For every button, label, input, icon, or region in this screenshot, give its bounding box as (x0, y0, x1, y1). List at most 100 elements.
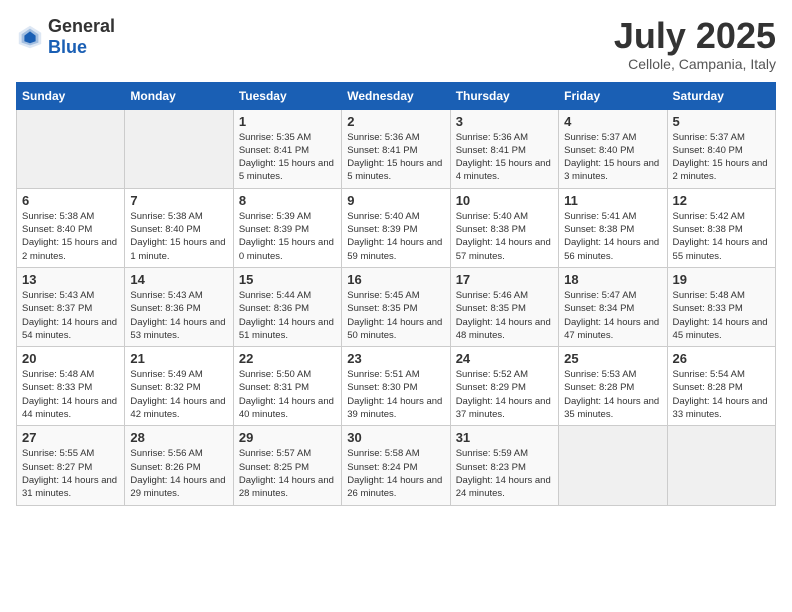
page-header: General Blue July 2025 Cellole, Campania… (16, 16, 776, 72)
title-block: July 2025 Cellole, Campania, Italy (614, 16, 776, 72)
calendar-cell: 24Sunrise: 5:52 AMSunset: 8:29 PMDayligh… (450, 347, 558, 426)
calendar-cell: 18Sunrise: 5:47 AMSunset: 8:34 PMDayligh… (559, 267, 667, 346)
day-number: 8 (239, 193, 336, 208)
day-of-week-header: Sunday (17, 82, 125, 109)
calendar-cell: 1 Sunrise: 5:35 AMSunset: 8:41 PMDaylight… (233, 109, 341, 188)
day-detail: Sunrise: 5:44 AMSunset: 8:36 PMDaylight:… (239, 289, 336, 342)
day-detail: Sunrise: 5:41 AMSunset: 8:38 PMDaylight:… (564, 210, 661, 263)
day-detail: Sunrise: 5:36 AMSunset: 8:41 PMDaylight:… (456, 131, 553, 184)
calendar-cell: 11 Sunrise: 5:41 AMSunset: 8:38 PMDayligh… (559, 188, 667, 267)
day-of-week-header: Thursday (450, 82, 558, 109)
calendar-cell: 28 Sunrise: 5:56 AMSunset: 8:26 PMDayligh… (125, 426, 233, 505)
day-number: 11 (564, 193, 661, 208)
day-number: 5 (673, 114, 770, 129)
calendar-cell: 9 Sunrise: 5:40 AMSunset: 8:39 PMDaylight… (342, 188, 450, 267)
calendar-cell: 16 Sunrise: 5:45 AMSunset: 8:35 PMDayligh… (342, 267, 450, 346)
day-number: 30 (347, 430, 444, 445)
logo-text: General Blue (48, 16, 115, 58)
day-number: 9 (347, 193, 444, 208)
day-number: 28 (130, 430, 227, 445)
day-detail: Sunrise: 5:48 AMSunset: 8:33 PMDaylight:… (22, 368, 119, 421)
day-detail: Sunrise: 5:50 AMSunset: 8:31 PMDaylight:… (239, 368, 336, 421)
day-detail: Sunrise: 5:58 AMSunset: 8:24 PMDaylight:… (347, 447, 444, 500)
day-detail: Sunrise: 5:35 AMSunset: 8:41 PMDaylight:… (239, 131, 336, 184)
logo: General Blue (16, 16, 115, 58)
day-detail: Sunrise: 5:40 AMSunset: 8:39 PMDaylight:… (347, 210, 444, 263)
day-number: 4 (564, 114, 661, 129)
day-number: 13 (22, 272, 119, 287)
calendar-cell: 2 Sunrise: 5:36 AMSunset: 8:41 PMDaylight… (342, 109, 450, 188)
calendar-cell: 31Sunrise: 5:59 AMSunset: 8:23 PMDayligh… (450, 426, 558, 505)
calendar-cell: 30 Sunrise: 5:58 AMSunset: 8:24 PMDayligh… (342, 426, 450, 505)
calendar-cell: 6 Sunrise: 5:38 AMSunset: 8:40 PMDaylight… (17, 188, 125, 267)
day-number: 26 (673, 351, 770, 366)
day-detail: Sunrise: 5:55 AMSunset: 8:27 PMDaylight:… (22, 447, 119, 500)
calendar-cell: 7 Sunrise: 5:38 AMSunset: 8:40 PMDaylight… (125, 188, 233, 267)
calendar-cell: 19Sunrise: 5:48 AMSunset: 8:33 PMDayligh… (667, 267, 775, 346)
day-number: 12 (673, 193, 770, 208)
calendar-week-row: 20Sunrise: 5:48 AMSunset: 8:33 PMDayligh… (17, 347, 776, 426)
calendar-cell: 20Sunrise: 5:48 AMSunset: 8:33 PMDayligh… (17, 347, 125, 426)
day-detail: Sunrise: 5:47 AMSunset: 8:34 PMDaylight:… (564, 289, 661, 342)
calendar-cell: 10Sunrise: 5:40 AMSunset: 8:38 PMDayligh… (450, 188, 558, 267)
calendar-cell: 15 Sunrise: 5:44 AMSunset: 8:36 PMDayligh… (233, 267, 341, 346)
calendar-cell: 8 Sunrise: 5:39 AMSunset: 8:39 PMDaylight… (233, 188, 341, 267)
day-number: 23 (347, 351, 444, 366)
day-detail: Sunrise: 5:39 AMSunset: 8:39 PMDaylight:… (239, 210, 336, 263)
calendar-cell: 14 Sunrise: 5:43 AMSunset: 8:36 PMDayligh… (125, 267, 233, 346)
calendar-cell: 17 Sunrise: 5:46 AMSunset: 8:35 PMDayligh… (450, 267, 558, 346)
day-detail: Sunrise: 5:52 AMSunset: 8:29 PMDaylight:… (456, 368, 553, 421)
calendar-cell (667, 426, 775, 505)
day-detail: Sunrise: 5:37 AMSunset: 8:40 PMDaylight:… (673, 131, 770, 184)
day-detail: Sunrise: 5:56 AMSunset: 8:26 PMDaylight:… (130, 447, 227, 500)
day-detail: Sunrise: 5:54 AMSunset: 8:28 PMDaylight:… (673, 368, 770, 421)
day-number: 14 (130, 272, 227, 287)
day-number: 17 (456, 272, 553, 287)
day-detail: Sunrise: 5:45 AMSunset: 8:35 PMDaylight:… (347, 289, 444, 342)
calendar-cell: 23 Sunrise: 5:51 AMSunset: 8:30 PMDayligh… (342, 347, 450, 426)
day-number: 27 (22, 430, 119, 445)
calendar-table: SundayMondayTuesdayWednesdayThursdayFrid… (16, 82, 776, 506)
calendar-cell: 27 Sunrise: 5:55 AMSunset: 8:27 PMDayligh… (17, 426, 125, 505)
day-detail: Sunrise: 5:43 AMSunset: 8:37 PMDaylight:… (22, 289, 119, 342)
calendar-week-row: 6 Sunrise: 5:38 AMSunset: 8:40 PMDaylight… (17, 188, 776, 267)
day-number: 22 (239, 351, 336, 366)
day-number: 1 (239, 114, 336, 129)
calendar-cell (17, 109, 125, 188)
logo-icon (16, 23, 44, 51)
calendar-cell: 25Sunrise: 5:53 AMSunset: 8:28 PMDayligh… (559, 347, 667, 426)
day-of-week-header: Friday (559, 82, 667, 109)
day-of-week-header: Monday (125, 82, 233, 109)
location: Cellole, Campania, Italy (614, 56, 776, 72)
day-number: 2 (347, 114, 444, 129)
day-number: 6 (22, 193, 119, 208)
calendar-cell: 3 Sunrise: 5:36 AMSunset: 8:41 PMDaylight… (450, 109, 558, 188)
day-detail: Sunrise: 5:43 AMSunset: 8:36 PMDaylight:… (130, 289, 227, 342)
day-number: 21 (130, 351, 227, 366)
day-number: 31 (456, 430, 553, 445)
calendar-week-row: 27 Sunrise: 5:55 AMSunset: 8:27 PMDayligh… (17, 426, 776, 505)
day-detail: Sunrise: 5:46 AMSunset: 8:35 PMDaylight:… (456, 289, 553, 342)
day-number: 29 (239, 430, 336, 445)
day-detail: Sunrise: 5:57 AMSunset: 8:25 PMDaylight:… (239, 447, 336, 500)
day-detail: Sunrise: 5:38 AMSunset: 8:40 PMDaylight:… (22, 210, 119, 263)
logo-blue: Blue (48, 37, 87, 57)
day-of-week-header: Wednesday (342, 82, 450, 109)
calendar-cell: 13 Sunrise: 5:43 AMSunset: 8:37 PMDayligh… (17, 267, 125, 346)
day-number: 7 (130, 193, 227, 208)
day-number: 10 (456, 193, 553, 208)
day-number: 15 (239, 272, 336, 287)
day-detail: Sunrise: 5:49 AMSunset: 8:32 PMDaylight:… (130, 368, 227, 421)
day-detail: Sunrise: 5:51 AMSunset: 8:30 PMDaylight:… (347, 368, 444, 421)
logo-general: General (48, 16, 115, 36)
day-detail: Sunrise: 5:38 AMSunset: 8:40 PMDaylight:… (130, 210, 227, 263)
calendar-week-row: 13 Sunrise: 5:43 AMSunset: 8:37 PMDayligh… (17, 267, 776, 346)
day-detail: Sunrise: 5:36 AMSunset: 8:41 PMDaylight:… (347, 131, 444, 184)
day-of-week-header: Saturday (667, 82, 775, 109)
day-detail: Sunrise: 5:42 AMSunset: 8:38 PMDaylight:… (673, 210, 770, 263)
day-number: 16 (347, 272, 444, 287)
calendar-cell: 21 Sunrise: 5:49 AMSunset: 8:32 PMDayligh… (125, 347, 233, 426)
day-of-week-header: Tuesday (233, 82, 341, 109)
calendar-header-row: SundayMondayTuesdayWednesdayThursdayFrid… (17, 82, 776, 109)
day-number: 3 (456, 114, 553, 129)
